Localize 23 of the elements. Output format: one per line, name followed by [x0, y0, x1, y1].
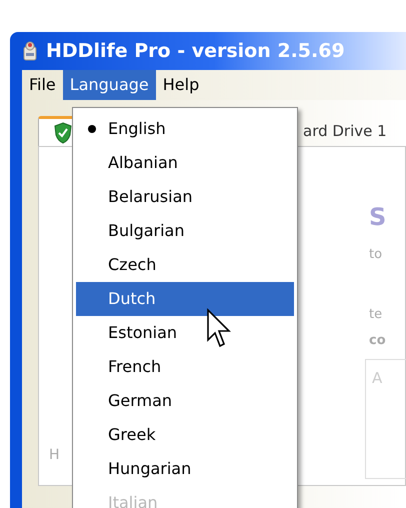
dropdown-option[interactable]: Belarusian — [76, 180, 294, 214]
menu-item[interactable]: Help — [156, 70, 206, 100]
app-icon — [22, 41, 38, 61]
dropdown-option[interactable]: German — [76, 384, 294, 418]
dropdown-option[interactable]: Albanian — [76, 146, 294, 180]
dropdown-option[interactable]: Bulgarian — [76, 214, 294, 248]
dropdown-option[interactable]: English — [76, 112, 294, 146]
dropdown-option[interactable]: Czech — [76, 248, 294, 282]
dropdown-option[interactable]: Hungarian — [76, 452, 294, 486]
content-text: to — [369, 246, 382, 264]
dropdown-option[interactable]: Estonian — [76, 316, 294, 350]
menu-item[interactable]: Language — [62, 70, 156, 100]
content-text: te — [369, 306, 382, 324]
dropdown-option[interactable]: Greek — [76, 418, 294, 452]
content-text: H — [49, 446, 60, 465]
window-title: HDDlife Pro - version 2.5.69 — [46, 38, 345, 64]
menu-item[interactable]: File — [22, 70, 63, 100]
dropdown-option[interactable]: French — [76, 350, 294, 384]
content-heading: S — [369, 202, 386, 233]
mouse-pointer-icon — [206, 308, 232, 350]
content-text: co — [369, 332, 386, 350]
tab-label: ard Drive 1 — [303, 120, 387, 142]
dropdown-option[interactable]: Dutch — [76, 282, 294, 316]
